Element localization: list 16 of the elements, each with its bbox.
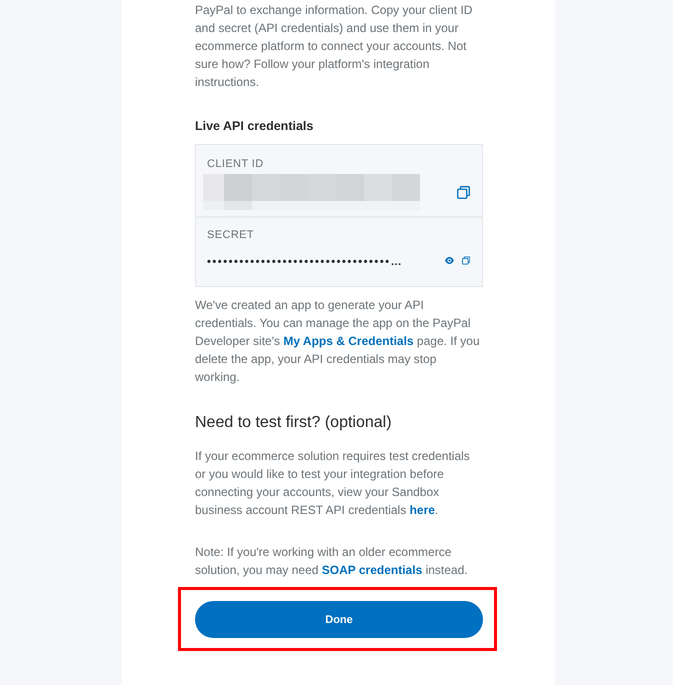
field-label: CLIENT ID — [207, 157, 265, 171]
section-heading: Need to test first? (optional) — [195, 413, 393, 433]
done-button[interactable]: Done — [195, 601, 483, 638]
body-text: We've created an app to generate your API credentials. You can manage the app on the PayPal Developer site's My Apps & Credentials page. If you delete the app, your API credentials may stop working. — [195, 297, 481, 386]
note-text: Note: If you're working with an older ecommerce solution, you may need SOAP credentials instead. — [195, 544, 469, 579]
eye-icon[interactable] — [445, 254, 454, 266]
copy-icon[interactable] — [462, 254, 470, 266]
section-heading: Live API credentials — [195, 118, 314, 135]
link[interactable]: here — [410, 503, 435, 517]
link[interactable]: SOAP credentials — [322, 563, 422, 577]
masked-secret: ••••••••••••••••••••••••••••••••••… — [207, 255, 404, 270]
body-text: If your ecommerce solution requires test credentials or you would like to test your integration before connecting your accounts, view your Sandbox business account REST API credentials here. — [195, 448, 471, 519]
field-label: SECRET — [207, 228, 256, 242]
copy-icon[interactable] — [457, 186, 470, 198]
body-text: PayPal to exchange information. Copy your client ID and secret (API credentials) and use them in your ecommerce platform to connect your accounts. Not sure how? Follow your platform's integration instructions. — [195, 2, 474, 91]
link[interactable]: My Apps & Credentials — [283, 334, 414, 348]
